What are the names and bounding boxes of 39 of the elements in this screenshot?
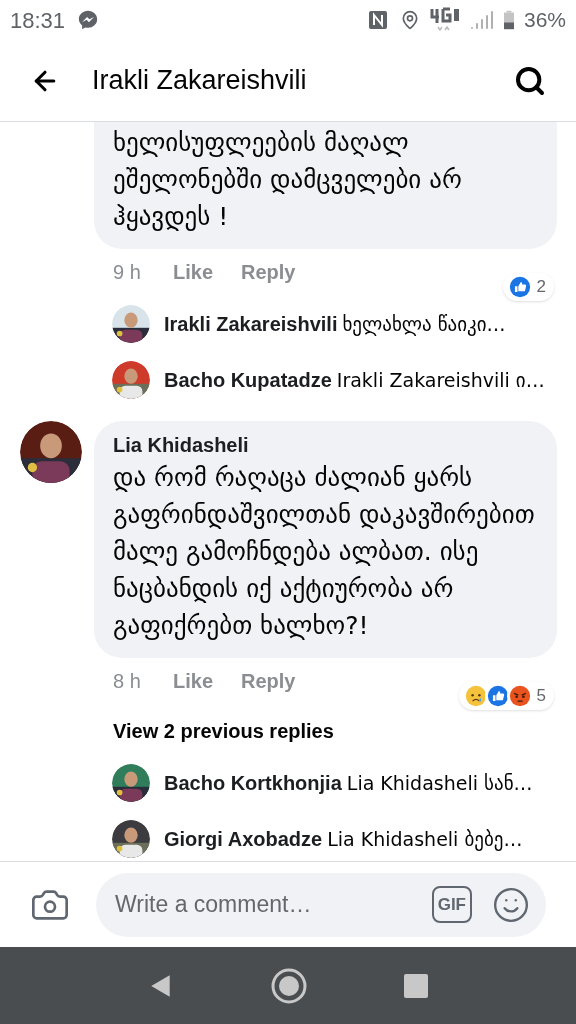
reaction-summary[interactable]: 5: [458, 682, 554, 710]
reply-preview: Lia Khidasheli ბებე…: [327, 826, 523, 853]
battery-icon: [503, 9, 514, 31]
signal-icon: [469, 8, 494, 32]
comment-text: და რომ რაღაცა ძალიან ყარს გაფრინდაშვილთან დაკავშირებით მალე გამოჩნდება ალბათ. ისე ნაცბანდის იქ აქტიურობა არ გაფიქრებთ ხალხო?!: [113, 462, 536, 642]
like-link[interactable]: Like: [173, 666, 214, 696]
reply-preview: ხელახლა წაიკი…: [342, 311, 506, 338]
header-title: Irakli Zakareishvili: [92, 64, 308, 98]
emoji-icon[interactable]: [492, 885, 530, 924]
messenger-icon: [77, 9, 100, 31]
like-link[interactable]: Like: [173, 257, 214, 287]
comment-time: 9 h: [113, 260, 142, 285]
reaction-count: 5: [536, 685, 546, 708]
comment-author[interactable]: Lia Khidasheli: [113, 431, 538, 459]
comment-input[interactable]: Write a comment… GIF: [96, 872, 546, 937]
reply-preview: Lia Khidasheli სან…: [346, 770, 533, 796]
reaction-summary[interactable]: 2: [502, 273, 554, 301]
reaction-count: 2: [536, 276, 546, 299]
reply-author[interactable]: Giorgi Axobadze: [164, 824, 323, 854]
reply-link[interactable]: Reply: [241, 257, 296, 287]
reply-author[interactable]: Irakli Zakareishvili: [164, 309, 338, 339]
reply-preview: Irakli Zakareishvili ი…: [336, 367, 545, 393]
reply-author[interactable]: Bacho Kortkhonjia: [164, 768, 342, 798]
nfc-icon: [367, 10, 388, 30]
search-button[interactable]: [514, 64, 546, 97]
status-time: 18:31: [10, 6, 66, 35]
angry-reaction-icon: [506, 683, 533, 709]
view-replies-link[interactable]: View 2 previous replies: [113, 716, 334, 746]
gif-button[interactable]: GIF: [431, 885, 472, 924]
reply-link[interactable]: Reply: [241, 666, 296, 696]
reply-author[interactable]: Bacho Kupatadze: [164, 365, 332, 395]
like-reaction-icon: [484, 683, 511, 709]
home-nav-icon[interactable]: [271, 967, 307, 1004]
comment-text: ხელისუფლეების მაღალ ეშელონებში დამცველები არ ჰყავდეს !: [113, 127, 463, 233]
comment-time: 8 h: [113, 669, 142, 694]
battery-percent: 36%: [523, 7, 566, 34]
sad-reaction-icon: [462, 683, 489, 709]
recents-nav-icon[interactable]: [403, 973, 428, 998]
like-reaction-icon: [506, 274, 533, 300]
